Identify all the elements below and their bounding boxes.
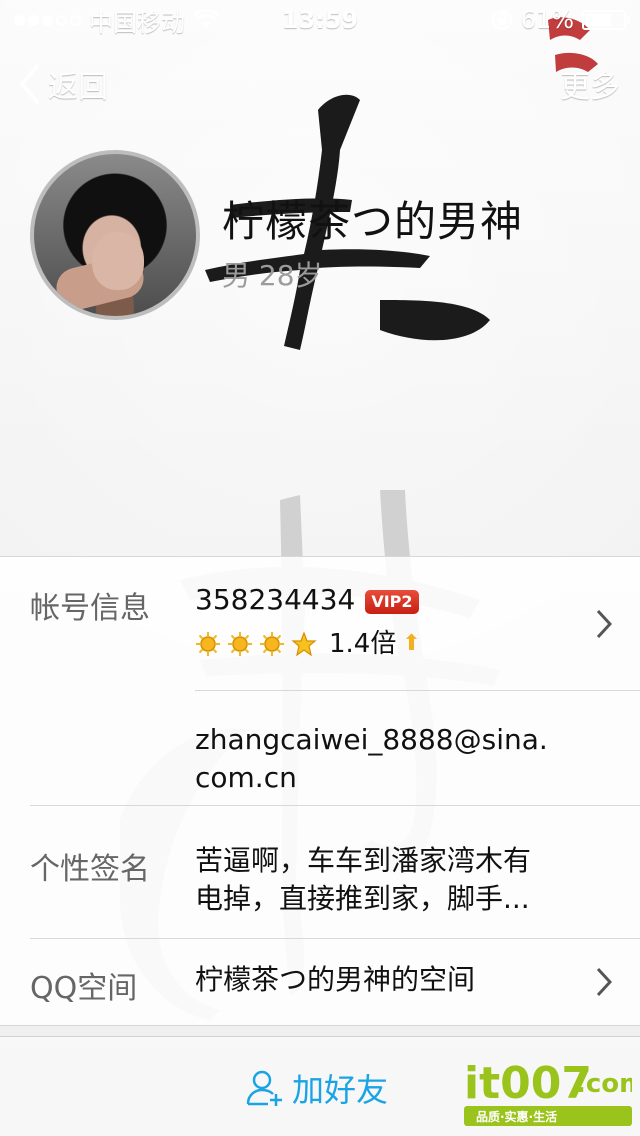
avatar[interactable] (30, 150, 200, 320)
status-time: 13:59 (281, 6, 359, 34)
signature-row[interactable]: 个性签名 苦逼啊，车车到潘家湾木有 电掉，直接推到家，脚手... (0, 806, 640, 938)
battery-icon (582, 10, 630, 30)
add-friend-icon (246, 1070, 282, 1106)
account-info-row[interactable]: 帐号信息 358234434 VIP2 1.4倍 ⬆ (0, 557, 640, 690)
level-multiplier: 1.4倍 (329, 629, 397, 659)
svg-text:it007: it007 (464, 1058, 592, 1109)
it007-watermark-logo: it007 .com 品质·实惠·生活 (464, 1058, 632, 1126)
signature-label: 个性签名 (30, 852, 150, 887)
vip-badge: VIP2 (365, 590, 419, 614)
back-button[interactable]: 返回 (18, 62, 108, 106)
signature-value: 苦逼啊，车车到潘家湾木有 电掉，直接推到家，脚手... (195, 844, 532, 915)
svg-text:.com: .com (576, 1069, 632, 1099)
chevron-right-icon (596, 609, 612, 639)
qzone-label: QQ空间 (30, 971, 138, 1006)
more-button[interactable]: 更多 (560, 62, 620, 106)
qzone-row[interactable]: QQ空间 柠檬茶つ的男神的空间 (0, 939, 640, 1027)
sun-level-icon (260, 632, 284, 656)
add-friend-label: 加好友 (292, 1071, 389, 1109)
chevron-left-icon (19, 63, 40, 105)
qq-number: 358234434 (195, 583, 356, 616)
bottom-toolbar: 加好友 it007 .com 品质·实惠·生活 (0, 1036, 640, 1136)
navigation-bar: 返回 更多 (0, 40, 640, 128)
svg-text:品质·实惠·生活: 品质·实惠·生活 (476, 1109, 557, 1124)
profile-gender-age: 男 28岁 (222, 259, 323, 292)
account-info-label: 帐号信息 (30, 591, 150, 626)
back-label: 返回 (48, 70, 108, 105)
qq-level-indicator: 1.4倍 ⬆ (195, 625, 421, 663)
sun-level-icon (228, 632, 252, 656)
email-row: zhangcaiwei_8888@sina. com.cn (0, 691, 640, 805)
profile-name: 柠檬茶つ的男神 (222, 197, 524, 246)
star-level-icon (291, 631, 317, 657)
level-up-arrow-icon: ⬆ (402, 631, 421, 656)
profile-info-panel: 帐号信息 358234434 VIP2 1.4倍 ⬆ zhangcaiwei_88… (0, 556, 640, 1026)
chevron-right-icon (596, 967, 612, 997)
qzone-value: 柠檬茶つ的男神的空间 (195, 963, 476, 996)
status-bar: 中国移动 13:59 61% (0, 0, 640, 40)
sun-level-icon (196, 632, 220, 656)
email-value: zhangcaiwei_8888@sina. com.cn (195, 723, 548, 794)
add-friend-button[interactable]: 加好友 (246, 1065, 388, 1111)
